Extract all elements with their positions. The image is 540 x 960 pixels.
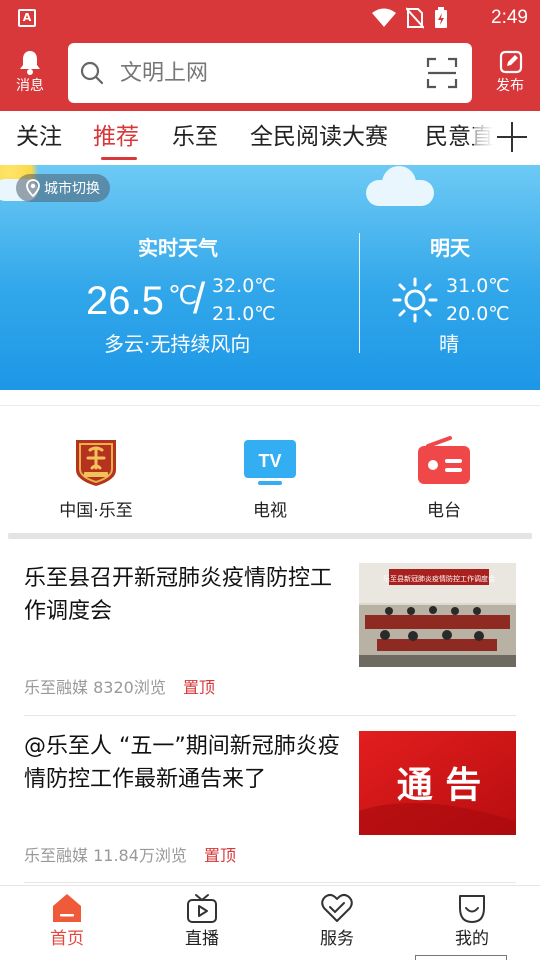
tab-recommend[interactable]: 推荐	[93, 121, 139, 153]
section-spacer	[8, 533, 532, 539]
no-sim-icon	[406, 7, 424, 29]
news-title: @乐至人 “五一”期间新冠肺炎疫情防控工作最新通告来了	[24, 734, 340, 792]
add-channel-icon[interactable]	[496, 121, 528, 153]
nav-profile[interactable]: 我的	[422, 886, 522, 960]
messages-label: 消息	[16, 78, 44, 94]
location-pin-icon	[26, 179, 40, 197]
home-icon	[53, 894, 81, 922]
search-icon	[80, 61, 104, 85]
news-title: 乐至县召开新冠肺炎疫情防控工作调度会	[24, 566, 333, 624]
news-source: 乐至融媒	[24, 846, 89, 865]
news-divider	[24, 715, 516, 716]
news-views: 8320浏览	[93, 678, 166, 697]
tv-icon: TV	[244, 440, 296, 485]
status-bar: A 2:49	[0, 0, 540, 36]
gesture-handle	[415, 955, 507, 960]
tab-lezhi[interactable]: 乐至	[172, 121, 218, 153]
nav-label: 首页	[50, 929, 84, 949]
news-divider	[24, 882, 516, 883]
news-meta: 乐至融媒 11.84万浏览 置顶	[24, 845, 236, 867]
messages-button[interactable]: 消息	[7, 50, 53, 98]
service-heart-icon	[321, 893, 353, 922]
nav-service[interactable]: 服务	[287, 886, 387, 960]
svg-text:TV: TV	[258, 451, 281, 471]
live-tv-icon	[187, 894, 217, 923]
section-divider	[0, 405, 540, 406]
weather-divider	[359, 233, 360, 353]
nav-home[interactable]: 首页	[17, 886, 117, 960]
notice-graphic: 通 告	[359, 731, 516, 835]
bell-icon	[20, 51, 40, 75]
tomorrow-desc: 晴	[439, 332, 459, 356]
channel-tabs: 关注 推荐 乐至 全民阅读大赛 民意直	[0, 111, 540, 165]
battery-charging-icon	[435, 7, 447, 28]
weather-banner[interactable]: 城市切换 实时天气 26.5 ℃ / 32.0℃ 21.0℃ 多云·无持续风向 …	[0, 165, 540, 390]
pinned-badge: 置顶	[182, 678, 215, 697]
today-low: 21.0℃	[212, 303, 276, 325]
meeting-banner-text: 乐至县新冠肺炎疫情防控工作调度会	[383, 574, 495, 583]
search-bar[interactable]	[68, 43, 472, 103]
wifi-icon	[372, 8, 396, 27]
active-tab-indicator	[101, 157, 137, 160]
lezhi-emblem-icon	[76, 440, 116, 486]
current-weather-desc: 多云·无持续风向	[104, 332, 251, 356]
profile-smile-icon	[459, 895, 485, 923]
tomorrow-low: 20.0℃	[446, 303, 510, 325]
today-high: 32.0℃	[212, 275, 276, 297]
nav-live[interactable]: 直播	[152, 886, 252, 960]
news-item[interactable]: 乐至县召开新冠肺炎疫情防控工作调度会 乐至县新冠肺炎疫情防控工作调度会 乐至融媒…	[24, 562, 516, 722]
sun-icon	[392, 277, 438, 323]
quick-links: 中国·乐至 TV 电视 电台	[0, 430, 540, 530]
tab-follow[interactable]: 关注	[16, 121, 62, 153]
app-header: A 2:49 消息 发布	[0, 0, 540, 111]
news-item[interactable]: @乐至人 “五一”期间新冠肺炎疫情防控工作最新通告来了 通 告 乐至融媒 11.…	[24, 730, 516, 885]
tomorrow-high: 31.0℃	[446, 275, 510, 297]
news-views: 11.84万浏览	[93, 846, 187, 865]
current-weather-title: 实时天气	[138, 236, 218, 260]
status-icons	[372, 7, 448, 29]
news-thumbnail: 通 告	[359, 731, 516, 835]
quick-link-label: 电台	[427, 501, 461, 521]
nav-label: 服务	[320, 929, 354, 949]
post-button[interactable]: 发布	[487, 50, 533, 98]
news-thumbnail: 乐至县新冠肺炎疫情防控工作调度会	[359, 563, 516, 667]
news-source: 乐至融媒	[24, 678, 89, 697]
city-switch-button[interactable]: 城市切换	[16, 174, 110, 202]
search-input[interactable]	[120, 57, 410, 89]
pinned-badge: 置顶	[204, 846, 237, 865]
post-label: 发布	[496, 78, 524, 94]
scan-icon[interactable]	[426, 57, 458, 89]
cloud-icon	[366, 166, 434, 206]
tomorrow-title: 明天	[430, 236, 470, 260]
nav-label: 我的	[455, 929, 489, 949]
temperature-slash: /	[193, 274, 206, 323]
quick-link-label: 中国·乐至	[59, 501, 133, 521]
tab-reading-contest[interactable]: 全民阅读大赛	[250, 121, 388, 153]
current-temperature: 26.5	[86, 279, 164, 323]
quick-link-label: 电视	[253, 501, 287, 521]
news-meta: 乐至融媒 8320浏览 置顶	[24, 677, 215, 699]
meeting-photo: 乐至县新冠肺炎疫情防控工作调度会	[359, 563, 516, 667]
notice-text: 通 告	[397, 765, 482, 806]
nav-label: 直播	[185, 929, 219, 949]
bottom-nav: 首页 直播 服务 我的	[0, 885, 540, 960]
status-time: 2:49	[491, 7, 528, 28]
edit-icon	[499, 50, 523, 74]
app-notification-icon: A	[18, 9, 36, 27]
city-switch-label: 城市切换	[44, 181, 100, 197]
radio-icon	[418, 436, 470, 484]
